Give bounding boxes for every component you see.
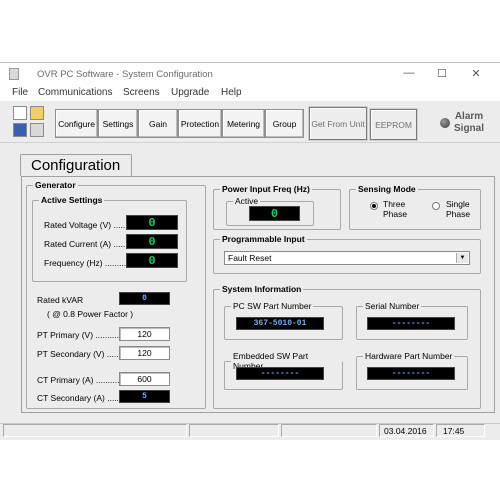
ct-primary-label: CT Primary (A) ..........: [37, 375, 120, 385]
power-factor-note: ( @ 0.8 Power Factor ): [47, 309, 134, 319]
group-button[interactable]: Group: [265, 109, 304, 138]
settings-button[interactable]: Settings: [98, 109, 138, 138]
sensing-mode-legend: Sensing Mode: [358, 184, 416, 194]
rated-current-display: 0: [126, 234, 178, 249]
rated-kvar-display: 0: [119, 292, 170, 305]
single-phase-label-line2: Phase: [446, 209, 471, 219]
metering-button[interactable]: Metering: [222, 109, 265, 138]
status-time: 17:45: [436, 424, 485, 437]
power-input-active-legend: Active: [235, 196, 259, 206]
gain-button[interactable]: Gain: [138, 109, 178, 138]
alarm-indicator: [440, 118, 450, 128]
programmable-input-legend: Programmable Input: [222, 234, 305, 244]
configure-button[interactable]: Configure: [55, 109, 98, 138]
menu-file[interactable]: File: [12, 87, 28, 98]
frequency-label: Frequency (Hz) ...........: [44, 258, 131, 268]
single-phase-label: Single Phase: [446, 199, 470, 219]
open-folder-icon[interactable]: [30, 106, 44, 120]
menu-help[interactable]: Help: [221, 87, 242, 98]
programmable-input-select[interactable]: Fault Reset ▼: [224, 251, 470, 265]
save-icon[interactable]: [13, 123, 27, 137]
dropdown-arrow-icon[interactable]: ▼: [456, 253, 468, 263]
menu-upgrade[interactable]: Upgrade: [171, 87, 209, 98]
three-phase-label-line1: Three: [383, 199, 406, 209]
rated-voltage-display: 0: [126, 215, 178, 230]
single-phase-radio[interactable]: [432, 202, 440, 210]
hardware-part-display: --------: [367, 367, 455, 380]
pt-primary-label: PT Primary (V) ..........: [37, 330, 120, 340]
pt-secondary-input[interactable]: 120: [119, 346, 170, 360]
system-information-legend: System Information: [222, 284, 302, 294]
ct-secondary-label: CT Secondary (A) ........: [37, 393, 127, 403]
programmable-input-value: Fault Reset: [228, 253, 272, 263]
generator-legend: Generator: [35, 180, 76, 190]
menu-screens[interactable]: Screens: [123, 87, 160, 98]
status-date: 03.04.2016: [379, 424, 434, 437]
app-icon: [9, 68, 19, 80]
menu-bar: File Communications Screens Upgrade Help: [0, 85, 500, 101]
three-phase-radio[interactable]: [370, 202, 378, 210]
power-input-freq-display: 0: [249, 206, 300, 221]
maximize-button[interactable]: ☐: [435, 66, 449, 80]
alarm-label-line1: Alarm: [454, 111, 484, 122]
print-icon[interactable]: [30, 123, 44, 137]
rated-voltage-label: Rated Voltage (V) ........: [44, 220, 133, 230]
rated-kvar-label: Rated kVAR: [37, 295, 84, 305]
alarm-label-line2: Signal: [454, 123, 485, 134]
pc-sw-part-display: 367-5010-01: [236, 317, 324, 330]
tab-configuration[interactable]: Configuration: [20, 154, 132, 176]
close-button[interactable]: ✕: [469, 66, 483, 80]
title-bar: OVR PC Software - System Configuration —…: [0, 63, 500, 85]
pt-primary-input[interactable]: 120: [119, 327, 170, 341]
ct-primary-input[interactable]: 600: [119, 372, 170, 386]
serial-number-label: Serial Number: [365, 301, 420, 311]
three-phase-label: Three Phase: [383, 199, 407, 219]
eeprom-button[interactable]: EEPROM: [370, 109, 417, 140]
window-title: OVR PC Software - System Configuration: [37, 69, 213, 80]
power-input-freq-legend: Power Input Freq (Hz): [222, 184, 310, 194]
new-file-icon[interactable]: [13, 106, 27, 120]
pc-sw-part-label: PC SW Part Number: [233, 301, 312, 311]
protection-button[interactable]: Protection: [178, 109, 222, 138]
single-phase-label-line1: Single: [446, 199, 470, 209]
status-cell-2: [189, 424, 279, 437]
active-settings-legend: Active Settings: [41, 195, 103, 205]
three-phase-label-line2: Phase: [383, 209, 408, 219]
rated-current-label: Rated Current (A) ........: [44, 239, 133, 249]
hardware-part-label: Hardware Part Number: [365, 351, 453, 361]
embedded-sw-part-display: --------: [236, 367, 324, 380]
status-cell-1: [3, 424, 187, 437]
pt-secondary-label: PT Secondary (V) ........: [37, 349, 126, 359]
status-cell-3: [281, 424, 377, 437]
get-from-unit-button[interactable]: Get From Unit: [309, 107, 367, 140]
menu-communications[interactable]: Communications: [38, 87, 112, 98]
frequency-display: 0: [126, 253, 178, 268]
serial-number-display: --------: [367, 317, 455, 330]
ct-secondary-display: 5: [119, 390, 170, 403]
alarm-signal-label: Alarm Signal: [454, 111, 484, 135]
minimize-button[interactable]: —: [402, 66, 416, 80]
